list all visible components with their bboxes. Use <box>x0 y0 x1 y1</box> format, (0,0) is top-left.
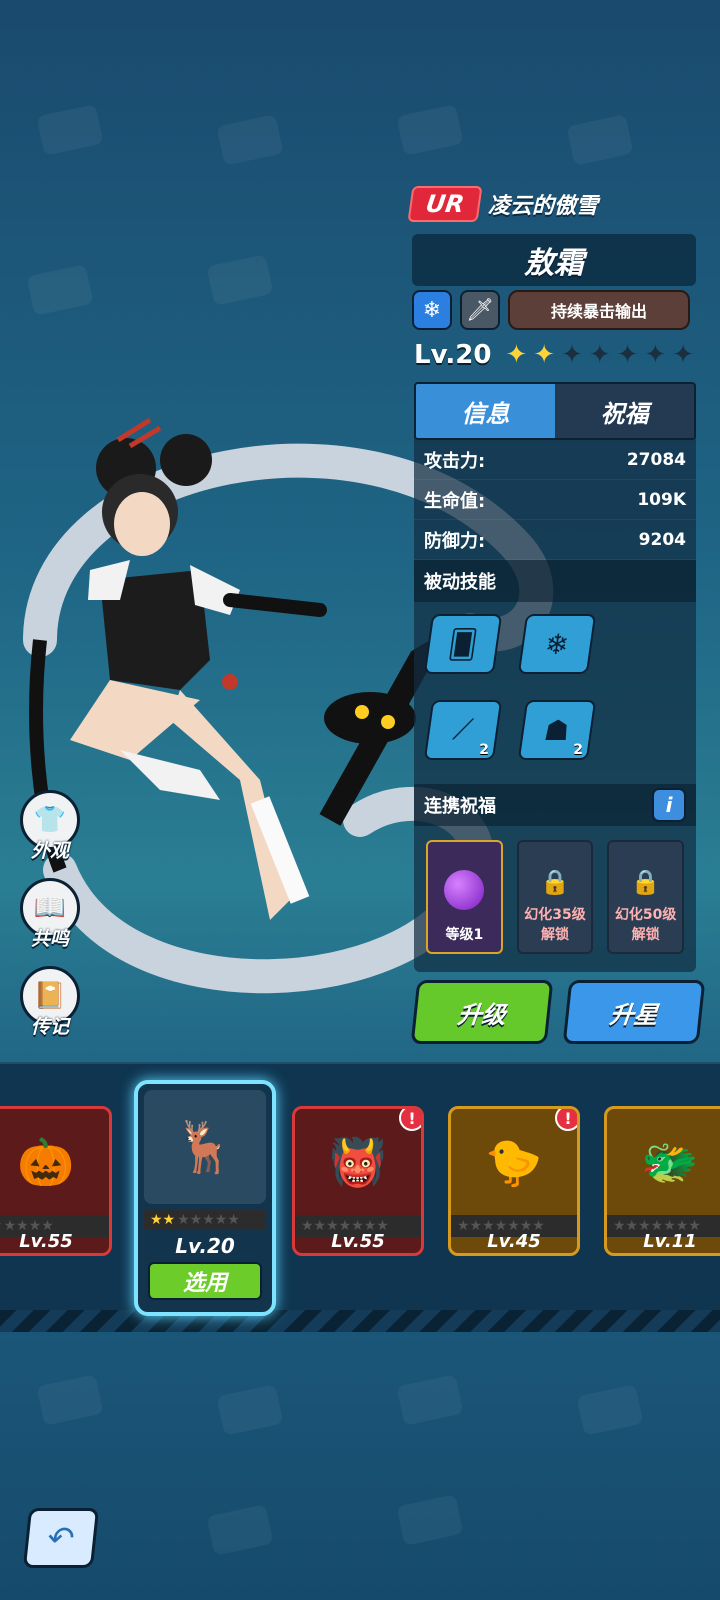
card-level: Lv.55 <box>19 1231 73 1252</box>
star-empty-icon: ✦ <box>561 340 583 370</box>
notification-badge: ! <box>399 1109 421 1131</box>
stat-attack: 攻击力: 27084 <box>414 440 696 480</box>
side-item-appearance[interactable]: 👕 外观 <box>20 790 80 863</box>
blessing-label: 等级1 <box>445 927 484 943</box>
passive-skill-list: 🂠 ❄ ⟋ 2 ☗ 2 <box>414 602 696 784</box>
section-title: 连携祝福 <box>424 796 496 817</box>
tab-info[interactable]: 信息 <box>416 384 555 438</box>
star-empty-icon: ✦ <box>672 340 695 370</box>
panel-tabs: 信息 祝福 <box>414 382 696 440</box>
dragon-head-icon[interactable]: ☗ 2 <box>517 700 597 760</box>
pumpkin-hero-portrait: 🎃 <box>17 1134 75 1189</box>
side-item-label: 共鸣 <box>30 928 69 950</box>
star-empty-icon: ✦ <box>644 340 667 370</box>
snowflake-icon[interactable]: ❄ <box>412 290 452 330</box>
info-panel: 信息 祝福 攻击力: 27084 生命值: 109K 防御力: 9204 被动技… <box>414 382 696 972</box>
roster-card[interactable]: 🐲 ★★★★★★★ Lv.11 <box>604 1106 720 1256</box>
card-level: Lv.20 <box>175 1234 235 1258</box>
stat-defense: 防御力: 9204 <box>414 520 696 560</box>
blessing-label: 幻化35级 <box>524 907 586 923</box>
back-arrow-icon: ↶ <box>45 1519 77 1557</box>
hero-level: Lv.20 <box>414 340 492 370</box>
use-button[interactable]: 选用 <box>148 1262 262 1300</box>
roster-card[interactable]: 🐤 ★★★★★★★ Lv.45 ! <box>448 1106 580 1256</box>
star-empty-icon: ✦ <box>616 340 639 370</box>
star-filled-icon: ✦ <box>533 340 556 370</box>
roster-border <box>0 1310 720 1332</box>
stat-value: 27084 <box>626 449 686 470</box>
blessing-slot-2[interactable]: 🔒 幻化35级 解锁 <box>516 840 594 954</box>
card-level: Lv.11 <box>643 1231 697 1252</box>
side-item-label: 传记 <box>30 1016 69 1038</box>
level-row: Lv.20 ✦ ✦ ✦ ✦ ✦ ✦ ✦ <box>414 340 694 370</box>
tab-blessing[interactable]: 祝福 <box>555 384 694 438</box>
stat-label: 防御力: <box>424 530 486 552</box>
hero-title-row: UR 凌云的傲雪 <box>407 186 598 222</box>
hero-subtitle: 凌云的傲雪 <box>487 194 598 219</box>
hero-name: 敖霜 <box>412 234 696 286</box>
stat-label: 攻击力: <box>424 450 486 472</box>
stat-hp: 生命值: 109K <box>414 480 696 520</box>
side-item-resonance[interactable]: 📖 共鸣 <box>20 878 80 951</box>
passive-skills-header: 被动技能 <box>414 560 696 602</box>
lock-icon: 🔒 <box>540 868 570 896</box>
blessing-slot-3[interactable]: 🔒 幻化50级 解锁 <box>607 840 685 954</box>
lock-icon: 🔒 <box>630 868 661 896</box>
antler-dragon-portrait: 🦌 <box>144 1090 266 1204</box>
cards-dice-icon[interactable]: 🂠 <box>423 614 503 674</box>
stat-label: 生命值: <box>424 490 486 512</box>
stat-value: 9204 <box>638 529 686 550</box>
poison-orb-icon <box>444 870 485 910</box>
star-up-button[interactable]: 升星 <box>562 980 706 1044</box>
star-rating: ✦ ✦ ✦ ✦ ✦ ✦ ✦ <box>505 342 694 368</box>
rarity-badge: UR <box>407 186 483 222</box>
blessing-label: 幻化50级 <box>614 907 677 923</box>
blessing-slot-1[interactable]: 等级1 <box>426 840 503 954</box>
notification-badge: ! <box>555 1109 577 1131</box>
hero-tags: ❄ 🗡 持续暴击输出 <box>412 290 690 330</box>
blessing-sub: 解锁 <box>631 927 660 943</box>
skill-count: 2 <box>479 742 490 758</box>
side-item-label: 外观 <box>30 840 69 862</box>
card-level: Lv.55 <box>331 1231 385 1252</box>
sword-icon[interactable]: 🗡 <box>460 290 500 330</box>
star-filled-icon: ✦ <box>505 340 528 370</box>
link-blessing-header: 连携祝福 i <box>414 784 696 826</box>
info-button[interactable]: i <box>652 788 686 822</box>
ice-beast-portrait: 🐲 <box>641 1134 699 1189</box>
roster-card[interactable]: 👹 ★★★★★★★ Lv.55 ! <box>292 1106 424 1256</box>
blessing-sub: 解锁 <box>541 927 569 943</box>
upgrade-button[interactable]: 升级 <box>410 980 554 1044</box>
card-level: Lv.45 <box>487 1231 541 1252</box>
claw-slash-icon[interactable]: ⟋ 2 <box>423 700 503 760</box>
stat-value: 109K <box>637 489 686 510</box>
side-item-biography[interactable]: 📔 传记 <box>20 966 80 1039</box>
back-button[interactable]: ↶ <box>22 1508 100 1568</box>
section-title: 被动技能 <box>424 572 496 593</box>
skill-count: 2 <box>573 742 584 758</box>
snowflakes-icon[interactable]: ❄ <box>517 614 597 674</box>
role-tag: 持续暴击输出 <box>508 290 690 330</box>
card-stars: ★★★★★★★ <box>144 1210 266 1230</box>
star-empty-icon: ✦ <box>588 340 611 370</box>
roster-card-selected[interactable]: 🦌 ★★ ★★★★★ Lv.20 选用 <box>134 1080 276 1316</box>
roster-card[interactable]: 🎃 ★★★★★ Lv.55 <box>0 1106 112 1256</box>
blessing-list: 等级1 🔒 幻化35级 解锁 🔒 幻化50级 解锁 <box>414 826 696 968</box>
